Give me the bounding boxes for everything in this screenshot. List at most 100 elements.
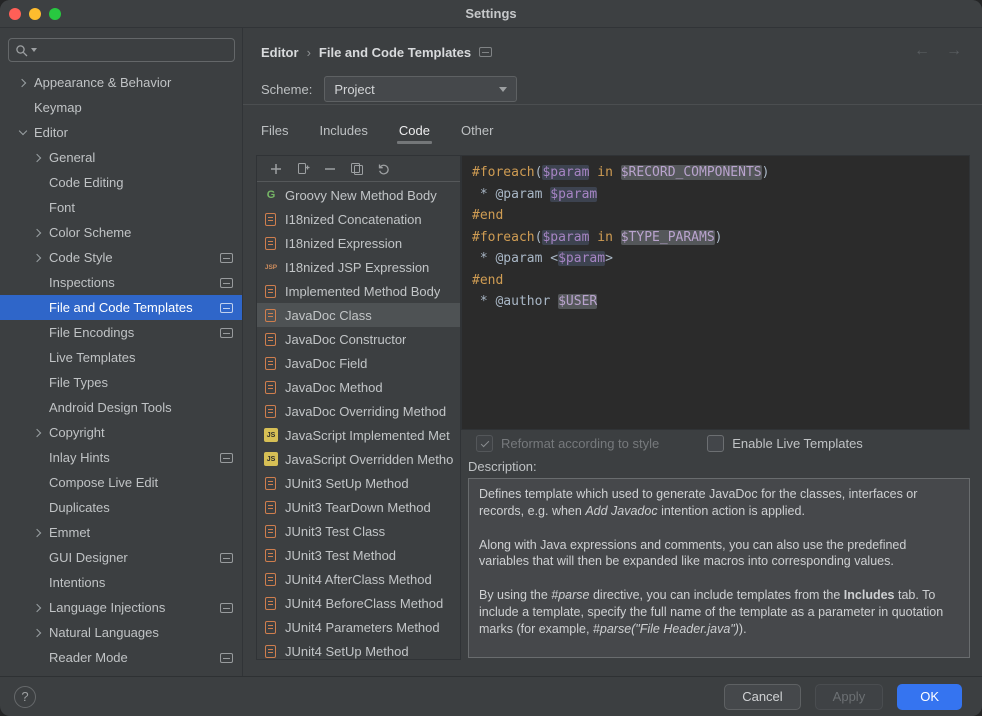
breadcrumb: Editor › File and Code Templates <box>261 43 492 61</box>
sidebar-item-intentions[interactable]: Intentions <box>0 570 242 595</box>
chevron-right-icon[interactable] <box>33 153 43 163</box>
template-item-javadoc-overriding-method[interactable]: JavaDoc Overriding Method <box>257 399 460 423</box>
template-item-i18nized-jsp-expression[interactable]: JSP I18nized JSP Expression <box>257 255 460 279</box>
template-item-junit4-beforeclass-method[interactable]: JUnit4 BeforeClass Method <box>257 591 460 615</box>
chevron-right-icon[interactable] <box>33 253 43 263</box>
chevron-spacer <box>33 353 43 363</box>
sidebar-item-android-design-tools[interactable]: Android Design Tools <box>0 395 242 420</box>
chevron-right-icon[interactable] <box>33 603 43 613</box>
reformat-checkbox[interactable] <box>476 435 493 452</box>
back-icon[interactable]: ← <box>914 42 930 60</box>
template-item-junit4-parameters-method[interactable]: JUnit4 Parameters Method <box>257 615 460 639</box>
sidebar-item-natural-languages[interactable]: Natural Languages <box>0 620 242 645</box>
sidebar-item-compose-live-edit[interactable]: Compose Live Edit <box>0 470 242 495</box>
scheme-dropdown[interactable]: Project <box>324 76 517 102</box>
tab-includes[interactable]: Includes <box>317 116 369 144</box>
template-item-label: Implemented Method Body <box>285 284 440 299</box>
titlebar: Settings <box>0 0 982 28</box>
template-editor[interactable]: #foreach($param in $RECORD_COMPONENTS) *… <box>461 155 970 430</box>
tab-code[interactable]: Code <box>397 116 432 144</box>
sidebar-item-label: Intentions <box>49 575 105 590</box>
search-history-chevron-icon[interactable] <box>31 48 37 52</box>
zoom-button[interactable] <box>49 8 61 20</box>
template-item-i18nized-expression[interactable]: I18nized Expression <box>257 231 460 255</box>
chevron-right-icon[interactable] <box>33 628 43 638</box>
chevron-right-icon[interactable] <box>33 528 43 538</box>
sidebar-item-live-templates[interactable]: Live Templates <box>0 345 242 370</box>
template-item-junit4-afterclass-method[interactable]: JUnit4 AfterClass Method <box>257 567 460 591</box>
template-item-implemented-method-body[interactable]: Implemented Method Body <box>257 279 460 303</box>
sidebar-item-appearance-behavior[interactable]: Appearance & Behavior <box>0 70 242 95</box>
sidebar-item-label: General <box>49 150 95 165</box>
sidebar-item-copyright[interactable]: Copyright <box>0 420 242 445</box>
sidebar-item-keymap[interactable]: Keymap <box>0 95 242 120</box>
template-item-junit3-test-method[interactable]: JUnit3 Test Method <box>257 543 460 567</box>
reformat-option[interactable]: Reformat according to style <box>476 435 659 452</box>
remove-template-button[interactable] <box>322 161 338 177</box>
chevron-right-icon[interactable] <box>33 228 43 238</box>
code-line: #end <box>472 205 969 227</box>
minimize-button[interactable] <box>29 8 41 20</box>
breadcrumb-parent[interactable]: Editor <box>261 45 299 60</box>
description-paragraph: Along with Java expressions and comments… <box>479 537 959 571</box>
reset-template-button[interactable] <box>376 161 392 177</box>
forward-icon[interactable]: → <box>946 42 962 60</box>
template-item-javadoc-class[interactable]: JavaDoc Class <box>257 303 460 327</box>
close-button[interactable] <box>9 8 21 20</box>
scheme-label: Scheme: <box>261 82 312 97</box>
template-item-javascript-overridden-metho[interactable]: JSJavaScript Overridden Metho <box>257 447 460 471</box>
sidebar-item-label: Language Injections <box>49 600 165 615</box>
sidebar-item-font[interactable]: Font <box>0 195 242 220</box>
template-item-javadoc-method[interactable]: JavaDoc Method <box>257 375 460 399</box>
sidebar-item-code-style[interactable]: Code Style <box>0 245 242 270</box>
template-item-javadoc-field[interactable]: JavaDoc Field <box>257 351 460 375</box>
sidebar-item-label: Inlay Hints <box>49 450 110 465</box>
template-item-junit3-setup-method[interactable]: JUnit3 SetUp Method <box>257 471 460 495</box>
duplicate-template-button[interactable] <box>295 161 311 177</box>
sidebar-item-inspections[interactable]: Inspections <box>0 270 242 295</box>
template-item-junit3-teardown-method[interactable]: JUnit3 TearDown Method <box>257 495 460 519</box>
sidebar-item-editor[interactable]: Editor <box>0 120 242 145</box>
sidebar-item-color-scheme[interactable]: Color Scheme <box>0 220 242 245</box>
template-item-javadoc-constructor[interactable]: JavaDoc Constructor <box>257 327 460 351</box>
template-item-label: JUnit4 Parameters Method <box>285 620 440 635</box>
sidebar-item-inlay-hints[interactable]: Inlay Hints <box>0 445 242 470</box>
traffic-lights <box>9 8 61 20</box>
template-item-junit4-setup-method[interactable]: JUnit4 SetUp Method <box>257 639 460 659</box>
jsp-file-icon: JSP <box>264 260 278 274</box>
add-template-button[interactable] <box>268 161 284 177</box>
sidebar-item-label: Android Design Tools <box>49 400 172 415</box>
cancel-button[interactable]: Cancel <box>724 684 800 710</box>
template-item-label: I18nized JSP Expression <box>285 260 429 275</box>
sidebar-item-code-editing[interactable]: Code Editing <box>0 170 242 195</box>
enable-live-templates-option[interactable]: Enable Live Templates <box>707 435 863 452</box>
sidebar-item-file-encodings[interactable]: File Encodings <box>0 320 242 345</box>
ok-button[interactable]: OK <box>897 684 962 710</box>
apply-button[interactable]: Apply <box>815 684 884 710</box>
sidebar-item-gui-designer[interactable]: GUI Designer <box>0 545 242 570</box>
enable-live-templates-checkbox[interactable] <box>707 435 724 452</box>
search-input[interactable] <box>40 43 228 58</box>
template-item-groovy-new-method-body[interactable]: GGroovy New Method Body <box>257 183 460 207</box>
copy-template-button[interactable] <box>349 161 365 177</box>
chevron-right-icon[interactable] <box>18 78 28 88</box>
scheme-row: Scheme: Project <box>261 76 517 102</box>
template-item-junit3-test-class[interactable]: JUnit3 Test Class <box>257 519 460 543</box>
template-item-i18nized-concatenation[interactable]: I18nized Concatenation <box>257 207 460 231</box>
search-box[interactable] <box>8 38 235 62</box>
sidebar-item-general[interactable]: General <box>0 145 242 170</box>
description-box[interactable]: Defines template which used to generate … <box>468 478 970 658</box>
sidebar-item-reader-mode[interactable]: Reader Mode <box>0 645 242 670</box>
tab-other[interactable]: Other <box>459 116 496 144</box>
sidebar-item-duplicates[interactable]: Duplicates <box>0 495 242 520</box>
chevron-right-icon[interactable] <box>33 428 43 438</box>
help-button[interactable]: ? <box>14 686 36 708</box>
tab-files[interactable]: Files <box>259 116 290 144</box>
sidebar-item-emmet[interactable]: Emmet <box>0 520 242 545</box>
sidebar-item-file-types[interactable]: File Types <box>0 370 242 395</box>
template-item-javascript-implemented-met[interactable]: JSJavaScript Implemented Met <box>257 423 460 447</box>
sidebar-item-file-and-code-templates[interactable]: File and Code Templates <box>0 295 242 320</box>
chevron-down-icon[interactable] <box>18 128 28 138</box>
sidebar-item-language-injections[interactable]: Language Injections <box>0 595 242 620</box>
chevron-spacer <box>33 453 43 463</box>
